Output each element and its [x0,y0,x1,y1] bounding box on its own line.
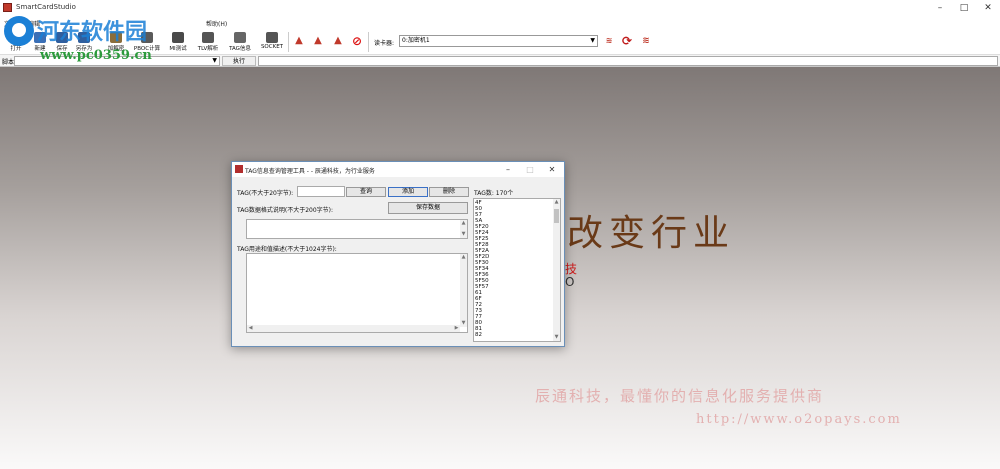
format-desc-scrollbar[interactable]: ▲ ▼ [460,220,467,238]
menu-bar: 文件 编辑 帮助(H) [0,16,1000,29]
open-icon [10,32,22,43]
save-icon [56,32,68,43]
card-power-on-icon[interactable]: ▲ [293,35,305,47]
scroll-down-icon[interactable]: ▼ [553,334,560,341]
menu-edit[interactable]: 编辑 [28,19,40,28]
scroll-left-icon[interactable]: ◀ [247,325,254,332]
dialog-minimize-button[interactable]: – [498,163,518,176]
encrypt-icon [110,32,122,43]
list-item[interactable]: 82 [475,332,560,338]
dialog-close-button[interactable]: ✕ [542,163,562,176]
slogan-large: 改变行业 [567,213,736,254]
menu-file[interactable]: 文件 [4,19,16,28]
encrypt-button[interactable]: 加解密 [100,29,132,55]
menu-help[interactable]: 帮助(H) [206,19,227,28]
company-url: http://www.o2opays.com [696,412,902,427]
tag-list-items: 4F 50 57 5A 5F20 5F24 5F25 5F28 5F2A 5F2… [474,199,560,338]
socket-label: SOCKET [260,44,284,50]
socket-button[interactable]: SOCKET [256,29,288,55]
title-bar: SmartCardStudio – □ ✕ [0,0,1000,16]
tag-info-dialog: TAG信息查询管理工具 - - 辰通科技，为行业服务 – □ ✕ TAG(不大于… [231,161,565,347]
mi-test-icon [172,32,184,43]
app-icon [3,3,12,12]
minimize-button[interactable]: – [928,2,952,14]
slogan-dark-text: O [565,275,575,289]
tag-info-icon [234,32,246,43]
maximize-button[interactable]: □ [952,2,976,14]
tag-input[interactable] [297,186,345,197]
socket-icon [266,32,278,43]
stop-icon[interactable]: ⊘ [351,35,363,47]
tag-field-label: TAG(不大于20字节): [237,190,294,197]
pboc-calc-icon [141,32,153,43]
dialog-title: TAG信息查询管理工具 - - 辰通科技，为行业服务 [245,168,375,175]
tlv-parse-icon [202,32,214,43]
tag-info-button[interactable]: TAG信息 [224,29,256,55]
scroll-right-icon[interactable]: ▶ [453,325,460,332]
tag-list[interactable]: 4F 50 57 5A 5F20 5F24 5F25 5F28 5F2A 5F2… [473,198,561,342]
tag-count-label: TAG数: 170个 [474,190,514,197]
new-icon [34,32,46,43]
card-power-off-icon[interactable]: ▲ [332,35,344,47]
dialog-title-bar: TAG信息查询管理工具 - - 辰通科技，为行业服务 – □ ✕ [232,162,564,177]
pboc-calc-label: PBOC计算 [133,46,161,52]
connect-icon[interactable]: ⟳ [621,35,633,47]
execute-button[interactable]: 执行 [222,56,256,66]
window-title: SmartCardStudio [16,3,76,11]
close-button[interactable]: ✕ [976,2,1000,14]
scroll-up-icon[interactable]: ▲ [460,220,467,227]
mi-test-button[interactable]: MI测试 [162,29,194,55]
script-bar: 脚本: ▼ 执行 [0,55,1000,67]
encrypt-label: 加解密 [107,46,125,52]
scroll-down-icon[interactable]: ▼ [460,231,467,238]
purpose-desc-label: TAG用途和值描述(不大于1024字节): [237,246,337,253]
scroll-up-icon[interactable]: ▲ [553,199,560,206]
toolbar: 打开 新建 保存 另存为 加解密 PBOC计算 MI测试 TLV解析 TAG信息… [0,29,1000,55]
script-command-input[interactable] [258,56,998,66]
save-as-label: 另存为 [75,46,93,52]
save-data-button[interactable]: 保存数据 [388,202,468,214]
pboc-calc-button[interactable]: PBOC计算 [131,29,163,55]
reader-select[interactable]: 0:加密机1 ▼ [399,35,598,47]
script-select[interactable]: ▼ [14,56,220,66]
mi-test-label: MI测试 [169,46,187,52]
purpose-desc-vscrollbar[interactable]: ▲ ▼ [460,254,467,327]
dialog-maximize-button[interactable]: □ [520,163,540,176]
tlv-parse-label: TLV解析 [197,46,219,52]
chevron-down-icon: ▼ [212,57,217,64]
purpose-desc-hscrollbar[interactable]: ◀ ▶ [247,325,460,332]
card-reset-icon[interactable]: ▲ [312,35,324,47]
format-desc-textarea[interactable]: ▲ ▼ [246,219,468,239]
query-button[interactable]: 查询 [346,187,386,197]
tag-list-scrollbar[interactable]: ▲ ▼ [553,199,560,341]
purpose-desc-textarea[interactable]: ▲ ▼ ◀ ▶ [246,253,468,333]
save-as-button[interactable]: 另存为 [68,29,100,55]
add-button[interactable]: 添加 [388,187,428,197]
scroll-down-icon[interactable]: ▼ [460,320,467,327]
tlv-parse-button[interactable]: TLV解析 [192,29,224,55]
save-as-icon [78,32,90,43]
chevron-down-icon: ▼ [590,37,595,44]
format-desc-label: TAG数据格式说明(不大于200字节): [237,207,334,214]
tag-info-label: TAG信息 [229,46,251,52]
scroll-up-icon[interactable]: ▲ [460,254,467,261]
company-slogan: 辰通科技，最懂你的信息化服务提供商 [535,387,825,405]
toolbar-divider [288,32,289,52]
reader-select-value: 0:加密机1 [402,37,430,44]
nfc-icon[interactable]: ≋ [603,35,615,47]
signal-icon[interactable]: ≋ [640,35,652,47]
reader-label: 读卡器: [374,40,395,47]
toolbar-divider [368,32,369,52]
scroll-thumb[interactable] [554,209,559,223]
delete-button[interactable]: 删除 [429,187,469,197]
dialog-app-icon [235,165,243,173]
